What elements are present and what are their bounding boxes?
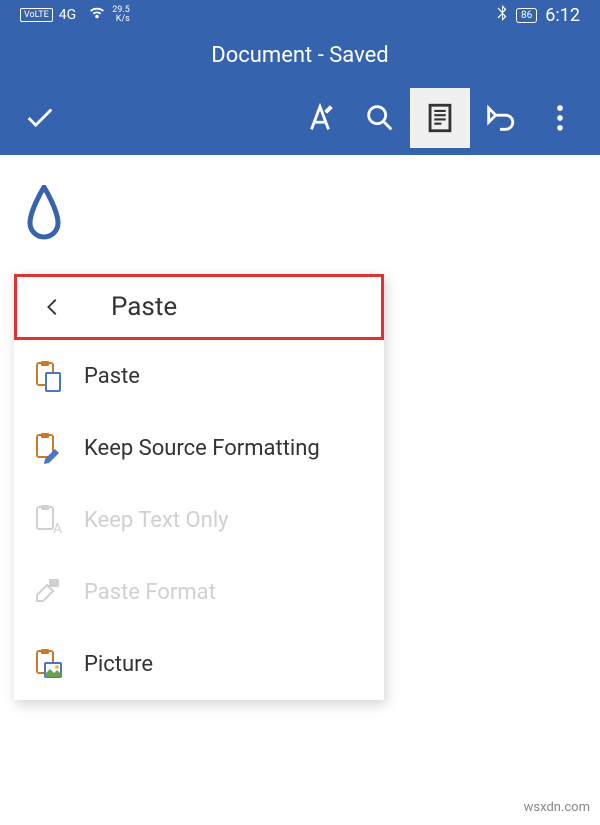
panel-title: Paste <box>111 292 177 322</box>
document-canvas[interactable]: Paste Paste Keep Source Formatting A Kee… <box>0 155 600 700</box>
clipboard-brush-icon <box>30 430 66 466</box>
menu-item-paste[interactable]: Paste <box>14 340 384 412</box>
ink-drop-icon <box>24 185 580 244</box>
clipboard-text-icon: A <box>30 502 66 538</box>
menu-item-label: Paste Format <box>84 580 216 605</box>
clock: 6:12 <box>545 5 580 26</box>
menu-item-label: Paste <box>84 364 140 389</box>
network-4g: 4G <box>59 7 76 23</box>
panel-header: Paste <box>14 274 384 340</box>
wifi-icon <box>88 6 106 24</box>
back-button[interactable] <box>17 296 89 318</box>
app-title: Document - Saved <box>0 30 600 80</box>
more-menu-button[interactable] <box>530 88 590 148</box>
status-left: VoLTE 4G 29.5 K/s <box>20 6 130 24</box>
done-button[interactable] <box>10 88 70 148</box>
watermark: wsxdn.com <box>524 800 590 815</box>
menu-item-keep-text-only: A Keep Text Only <box>14 484 384 556</box>
menu-item-label: Picture <box>84 652 153 677</box>
paste-panel: Paste Paste Keep Source Formatting A Kee… <box>14 274 384 700</box>
undo-button[interactable] <box>470 88 530 148</box>
status-right: 86 6:12 <box>496 5 580 26</box>
svg-text:A: A <box>53 521 62 537</box>
battery-indicator: 86 <box>516 8 537 23</box>
format-brush-icon <box>30 574 66 610</box>
menu-item-paste-format: Paste Format <box>14 556 384 628</box>
menu-item-picture[interactable]: Picture <box>14 628 384 700</box>
format-text-button[interactable] <box>290 88 350 148</box>
status-bar: VoLTE 4G 29.5 K/s 86 6:12 <box>0 0 600 30</box>
search-button[interactable] <box>350 88 410 148</box>
volte-indicator: VoLTE <box>20 8 53 22</box>
clipboard-paste-icon <box>30 358 66 394</box>
clipboard-picture-icon <box>30 646 66 682</box>
menu-item-label: Keep Text Only <box>84 508 229 533</box>
toolbar <box>0 80 600 155</box>
menu-item-keep-source-formatting[interactable]: Keep Source Formatting <box>14 412 384 484</box>
network-speed: 29.5 K/s <box>112 6 130 24</box>
menu-item-label: Keep Source Formatting <box>84 436 320 461</box>
reading-view-button[interactable] <box>410 88 470 148</box>
bluetooth-icon <box>496 5 508 25</box>
